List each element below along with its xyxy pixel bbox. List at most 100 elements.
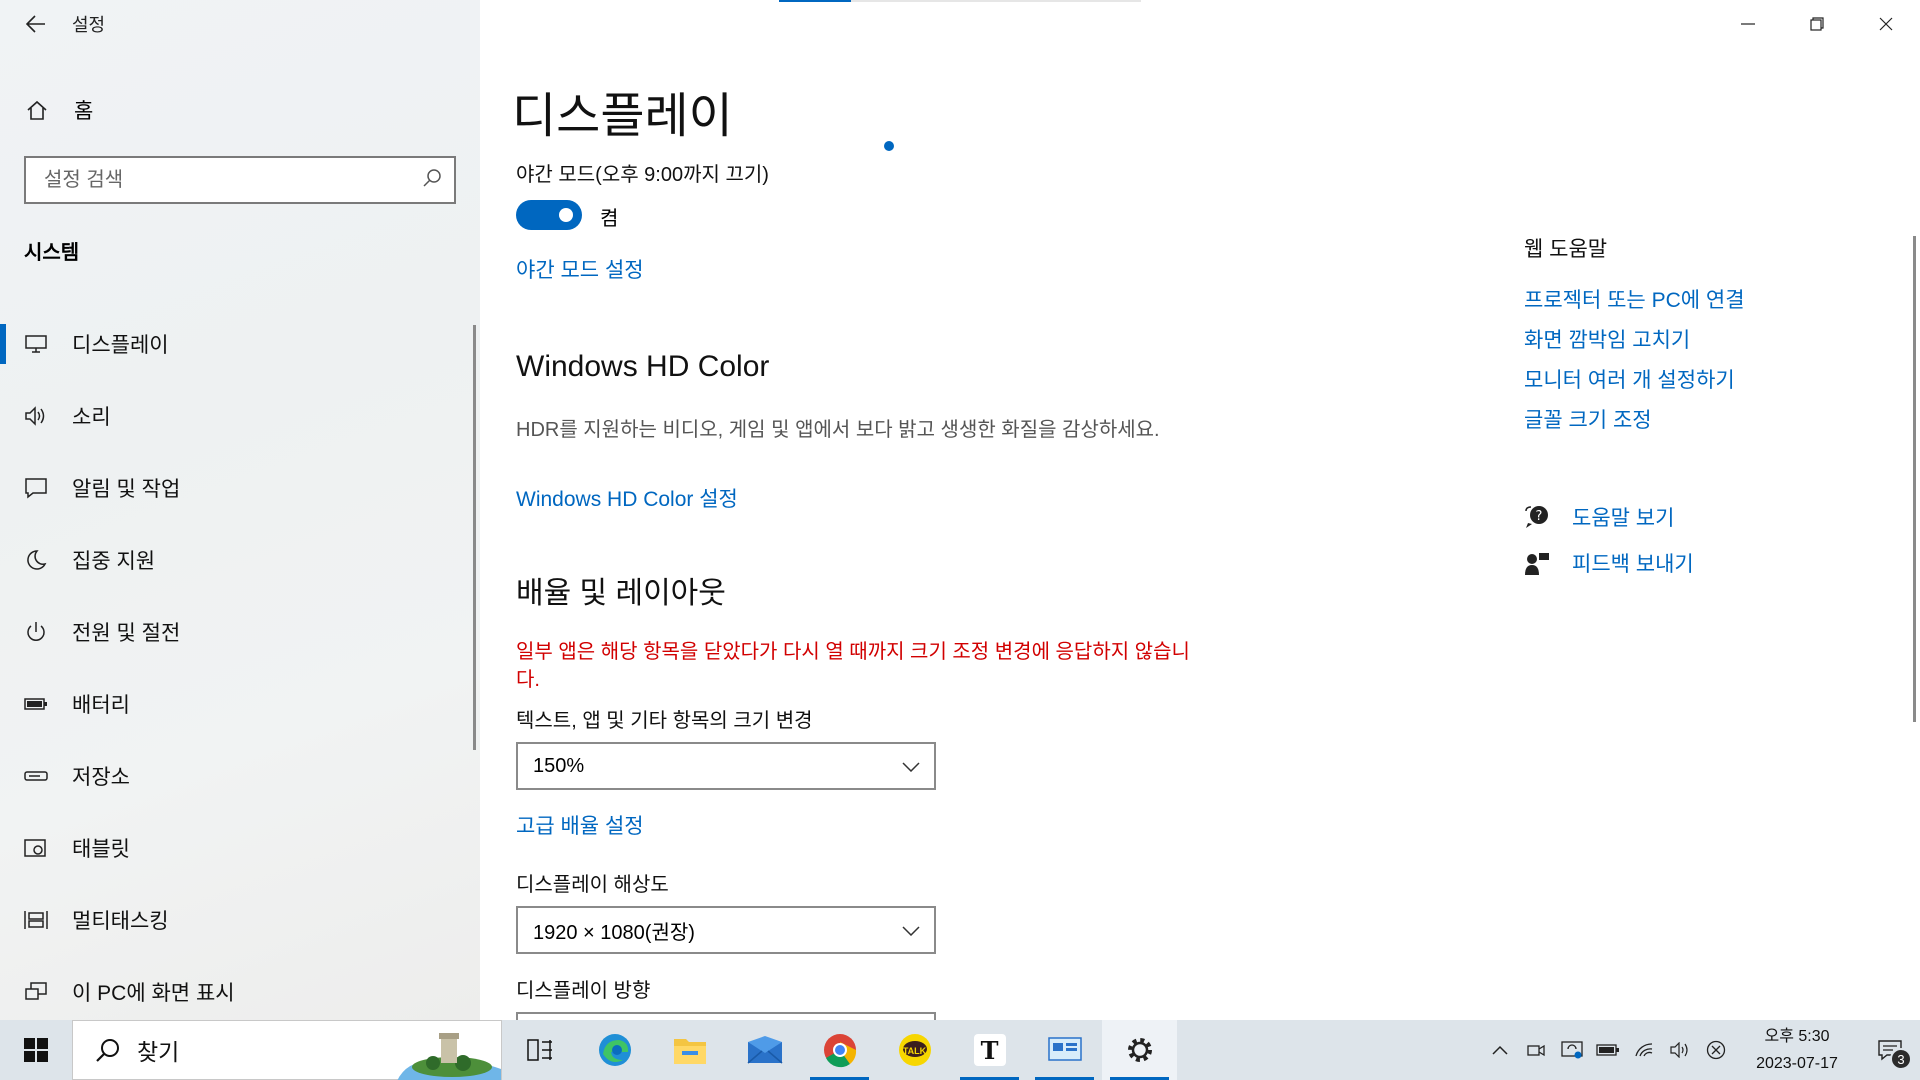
sidebar-item-label: 알림 및 작업: [72, 478, 181, 501]
notification-count-badge: 3: [1890, 1048, 1912, 1070]
app-title: 설정: [72, 15, 106, 35]
taskbar-search-label: 찾기: [137, 1039, 180, 1065]
main-scrollbar[interactable]: [1913, 236, 1916, 722]
sidebar-item-tablet[interactable]: 태블릿: [0, 812, 470, 884]
get-help-label: 도움말 보기: [1572, 507, 1675, 530]
close-button[interactable]: [1851, 0, 1920, 48]
restore-button[interactable]: [1782, 0, 1851, 48]
close-icon: [1879, 17, 1892, 31]
moon-icon: [0, 549, 72, 571]
resolution-dropdown[interactable]: 1920 × 1080(권장): [516, 906, 936, 954]
resolution-value: 1920 × 1080(권장): [533, 921, 695, 944]
sidebar-item-label: 집중 지원: [72, 550, 156, 573]
chrome-button[interactable]: [802, 1020, 877, 1080]
sidebar-item-storage[interactable]: 저장소: [0, 740, 470, 812]
action-center-button[interactable]: 3: [1860, 1020, 1920, 1080]
network-button[interactable]: [1626, 1020, 1662, 1080]
close-circle-icon: [1706, 1040, 1726, 1060]
hdr-settings-link[interactable]: Windows HD Color 설정: [516, 483, 738, 513]
edge-button[interactable]: [577, 1020, 652, 1080]
sidebar-item-label: 전원 및 절전: [72, 622, 181, 645]
sidebar-item-notifications[interactable]: 알림 및 작업: [0, 452, 470, 524]
search-icon[interactable]: [422, 168, 442, 193]
chevron-down-icon: [902, 755, 920, 778]
message-icon: [0, 477, 72, 499]
restore-icon: [1809, 17, 1824, 31]
help-link-flicker[interactable]: 화면 깜박임 고치기: [1524, 324, 1690, 354]
sidebar-item-label: 소리: [72, 406, 111, 429]
sidebar-item-sound[interactable]: 소리: [0, 380, 470, 452]
top-tab-strip: [779, 0, 1141, 2]
clock-time: 오후 5:30: [1764, 1028, 1830, 1045]
advanced-scaling-link[interactable]: 고급 배율 설정: [516, 810, 644, 840]
system-tray: 오후 5:30 2023-07-17 3: [1482, 1020, 1920, 1080]
title-bar: 설정: [0, 0, 480, 48]
home-label: 홈: [74, 100, 94, 123]
help-link-font-size[interactable]: 글꼴 크기 조정: [1524, 404, 1652, 434]
scale-warning: 일부 앱은 해당 항목을 닫았다가 다시 열 때까지 크기 조정 변경에 응답하…: [516, 641, 1190, 691]
settings-search[interactable]: [24, 156, 456, 204]
sidebar-item-label: 멀티태스킹: [72, 910, 169, 933]
settings-button[interactable]: [1102, 1020, 1177, 1080]
sidebar-scrollbar[interactable]: [473, 325, 476, 750]
search-input[interactable]: [44, 168, 422, 192]
night-mode-toggle-state: 켬: [600, 208, 619, 230]
sidebar-item-multitasking[interactable]: 멀티태스킹: [0, 884, 470, 956]
sidebar-item-display[interactable]: 디스플레이: [0, 308, 470, 380]
sidebar-item-project[interactable]: 이 PC에 화면 표시: [0, 956, 470, 1028]
web-help-title: 웹 도움말: [1524, 238, 1608, 261]
taskbar-search[interactable]: 찾기: [72, 1020, 502, 1080]
camera-icon: [1527, 1044, 1545, 1057]
power-icon: [0, 621, 72, 643]
speaker-icon: [0, 405, 72, 427]
remote-desktop-button[interactable]: [1027, 1020, 1102, 1080]
back-button[interactable]: [0, 0, 72, 48]
sidebar-nav: 디스플레이 소리 알림 및 작업 집중 지원 전원 및 절전 배터리 저장소 태…: [0, 308, 470, 1028]
battery-status-button[interactable]: [1590, 1020, 1626, 1080]
chevron-up-icon: [1492, 1045, 1508, 1055]
tray-overflow-button[interactable]: [1482, 1020, 1518, 1080]
window-controls: [1713, 0, 1920, 48]
sidebar-item-label: 이 PC에 화면 표시: [72, 982, 235, 1005]
input-status-button[interactable]: [1698, 1020, 1734, 1080]
typora-icon: T: [973, 1034, 1006, 1066]
project-icon: [0, 981, 72, 1003]
tablet-icon: [0, 837, 72, 859]
section-title: 시스템: [24, 242, 80, 264]
help-link-projector[interactable]: 프로젝터 또는 PC에 연결: [1524, 284, 1745, 314]
brightness-slider-thumb[interactable]: [884, 141, 894, 151]
volume-button[interactable]: [1662, 1020, 1698, 1080]
sync-status-button[interactable]: [1554, 1020, 1590, 1080]
main-content: 디스플레이 야간 모드(오후 9:00까지 끄기) 켬 야간 모드 설정 Win…: [480, 0, 1920, 1020]
sidebar-item-power[interactable]: 전원 및 절전: [0, 596, 470, 668]
start-button[interactable]: [0, 1020, 72, 1080]
hdr-heading: Windows HD Color: [516, 350, 770, 383]
sync-icon: [1561, 1041, 1583, 1059]
task-view-button[interactable]: [502, 1020, 577, 1080]
file-explorer-button[interactable]: [652, 1020, 727, 1080]
help-link-multi-monitor[interactable]: 모니터 여러 개 설정하기: [1524, 364, 1735, 394]
clock[interactable]: 오후 5:30 2023-07-17: [1742, 1023, 1852, 1077]
minimize-button[interactable]: [1713, 0, 1782, 48]
kakaotalk-button[interactable]: TALK: [877, 1020, 952, 1080]
get-help-link[interactable]: ? 도움말 보기: [1524, 502, 1674, 532]
remote-desktop-icon: [1047, 1037, 1082, 1061]
scale-value: 150%: [533, 754, 585, 777]
orientation-dropdown[interactable]: [516, 1012, 936, 1020]
feedback-link[interactable]: 피드백 보내기: [1524, 548, 1694, 578]
multitasking-icon: [0, 909, 72, 931]
night-mode-settings-link[interactable]: 야간 모드 설정: [516, 254, 644, 284]
meet-now-button[interactable]: [1518, 1020, 1554, 1080]
sidebar-home[interactable]: 홈: [0, 88, 480, 132]
night-mode-label: 야간 모드(오후 9:00까지 끄기): [516, 164, 769, 186]
scale-dropdown[interactable]: 150%: [516, 742, 936, 790]
home-icon: [0, 99, 74, 121]
sidebar-item-battery[interactable]: 배터리: [0, 668, 470, 740]
night-mode-toggle[interactable]: [516, 200, 582, 230]
typora-button[interactable]: T: [952, 1020, 1027, 1080]
task-view-icon: [526, 1039, 552, 1061]
mail-button[interactable]: [727, 1020, 802, 1080]
sidebar-item-focus[interactable]: 집중 지원: [0, 524, 470, 596]
windows-logo-icon: [24, 1038, 48, 1062]
speaker-icon: [1670, 1042, 1688, 1058]
